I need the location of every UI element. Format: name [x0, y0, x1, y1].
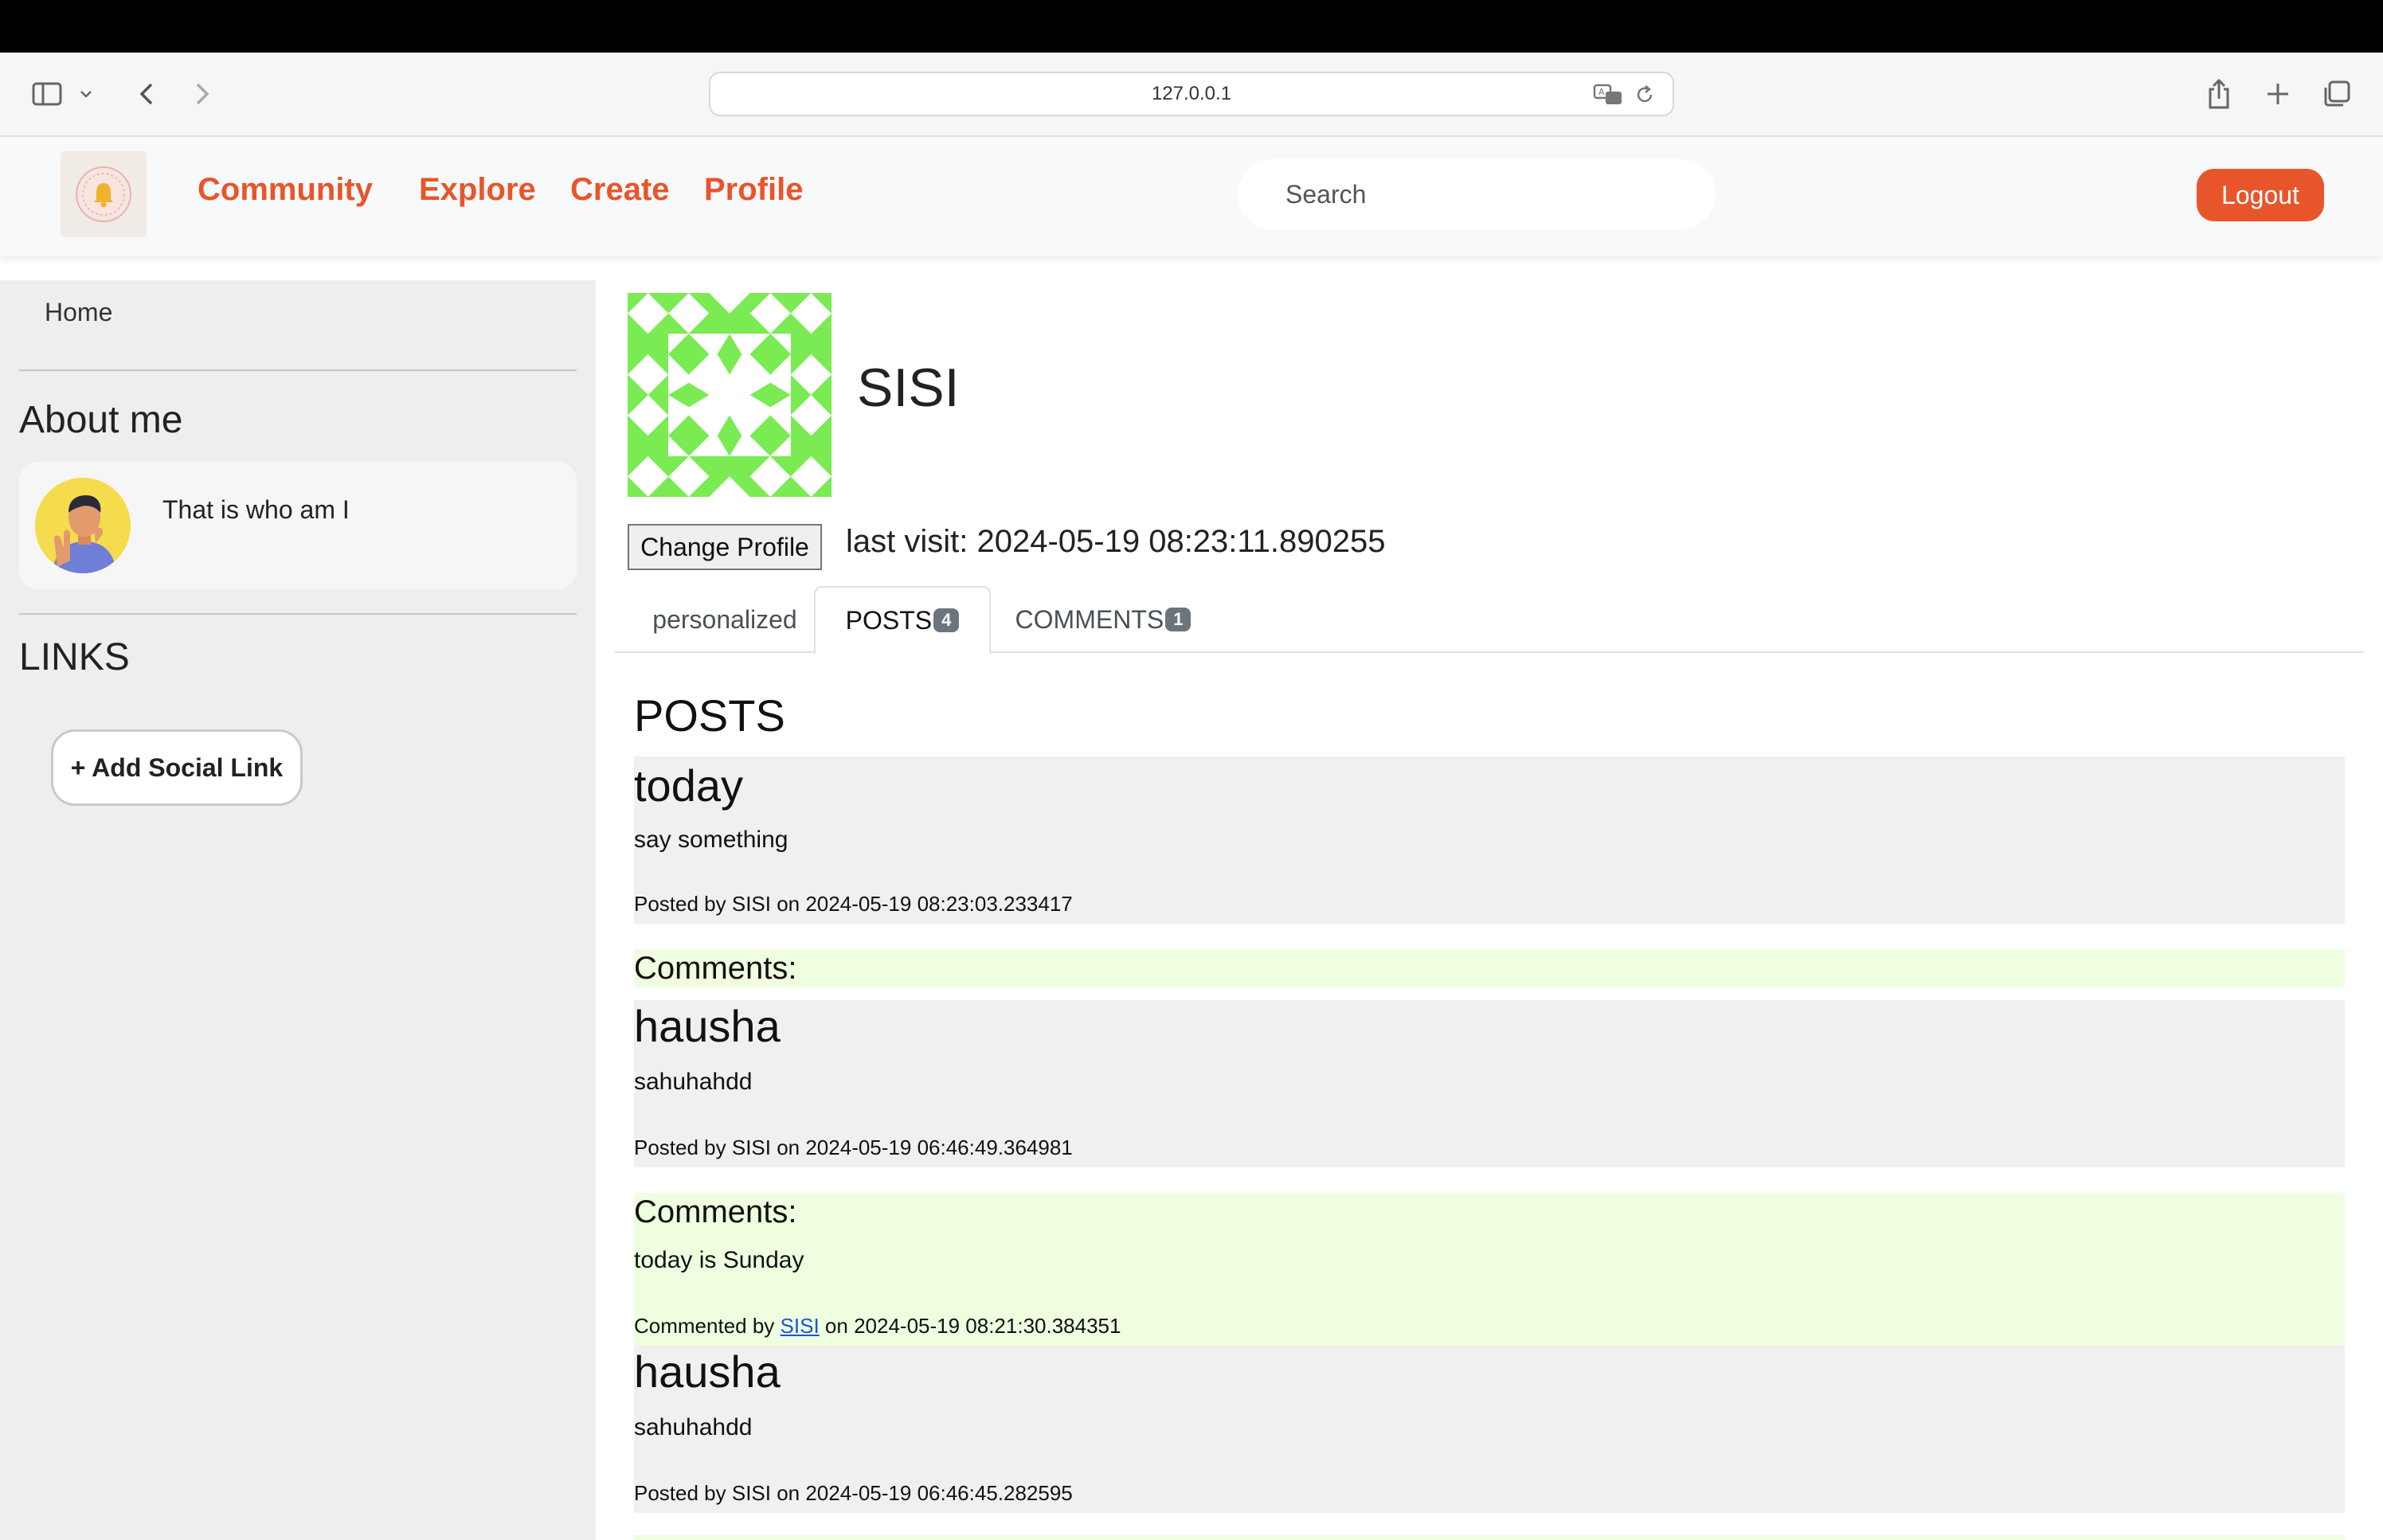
divider — [19, 613, 577, 615]
comment-body: today is Sunday — [634, 1247, 804, 1273]
post-body: sahuhahdd — [634, 1069, 753, 1095]
post-title[interactable]: hausha — [634, 1346, 781, 1397]
reload-icon[interactable] — [1634, 83, 1655, 112]
post-body: sahuhahdd — [634, 1414, 753, 1440]
last-visit-text: last visit: 2024-05-19 08:23:11.890255 — [846, 524, 1386, 559]
tab-label: COMMENTS — [1015, 604, 1164, 634]
post-title[interactable]: hausha — [634, 1000, 781, 1052]
tab-personalized[interactable]: personalized — [631, 586, 819, 653]
browser-toolbar: 127.0.0.1 A — [0, 53, 2383, 137]
translate-icon[interactable]: A — [1593, 83, 1623, 112]
url-text: 127.0.0.1 — [1151, 83, 1232, 104]
about-heading: About me — [19, 399, 183, 441]
add-social-link-button[interactable]: + Add Social Link — [51, 729, 303, 806]
post-meta: Posted by SISI on 2024-05-19 08:23:03.23… — [634, 892, 1073, 916]
new-tab-icon[interactable] — [2260, 76, 2295, 111]
comments-section: Comments: — [634, 949, 2345, 987]
tabs-overview-icon[interactable] — [2319, 76, 2354, 111]
screen-top-bar — [0, 0, 2383, 53]
post-card: hausha sahuhahdd Posted by SISI on 2024-… — [634, 1346, 2345, 1513]
post-card: hausha sahuhahdd Posted by SISI on 2024-… — [634, 1000, 2345, 1167]
post-meta: Posted by SISI on 2024-05-19 06:46:45.28… — [634, 1481, 1073, 1505]
nav-link-community[interactable]: Community — [198, 172, 373, 208]
comments-section: Comments: today is Sunday Commented by S… — [634, 1193, 2345, 1346]
site-logo[interactable] — [61, 151, 147, 237]
address-bar[interactable]: 127.0.0.1 A — [709, 72, 1674, 116]
comments-count-badge: 1 — [1165, 608, 1192, 631]
profile-tabs: personalized POSTS 4 COMMENTS 1 — [615, 586, 2364, 655]
tab-comments[interactable]: COMMENTS 1 — [999, 586, 1207, 653]
profile-username: SISI — [857, 358, 960, 418]
search-placeholder: Search — [1285, 179, 1367, 209]
back-icon[interactable] — [129, 76, 164, 111]
comment-author-link[interactable]: SISI — [781, 1314, 820, 1338]
links-heading: LINKS — [19, 636, 130, 678]
tab-label: POSTS — [845, 605, 933, 635]
post-meta: Posted by SISI on 2024-05-19 06:46:49.36… — [634, 1135, 1073, 1159]
share-icon[interactable] — [2201, 76, 2236, 111]
post-card: today say something Posted by SISI on 20… — [634, 756, 2345, 924]
post-body: say something — [634, 827, 788, 853]
post-title[interactable]: today — [634, 760, 743, 811]
comment-meta: Commented by SISI on 2024-05-19 08:21:30… — [634, 1314, 1121, 1339]
tab-label: personalized — [652, 604, 797, 634]
nav-link-explore[interactable]: Explore — [419, 172, 536, 208]
comment-meta-prefix: Commented by — [634, 1314, 775, 1338]
change-profile-button[interactable]: Change Profile — [628, 524, 822, 570]
sidebar-toggle-icon[interactable] — [30, 76, 65, 111]
sidebar-item-home[interactable]: Home — [45, 298, 112, 327]
about-card: That is who am I — [19, 462, 577, 589]
site-navbar: Community Explore Create Profile Search … — [0, 137, 2383, 256]
chevron-down-icon[interactable] — [76, 76, 96, 111]
tab-posts[interactable]: POSTS 4 — [814, 586, 991, 655]
avatar — [35, 478, 131, 573]
posts-count-badge: 4 — [933, 608, 960, 632]
posts-heading: POSTS — [634, 690, 785, 741]
comments-section — [634, 1535, 2345, 1540]
svg-text:A: A — [1598, 87, 1605, 97]
nav-link-profile[interactable]: Profile — [704, 172, 803, 208]
logout-button[interactable]: Logout — [2197, 169, 2324, 221]
divider — [19, 369, 577, 371]
sidebar: Home About me That is who am I LINKS + A… — [0, 280, 596, 1540]
comment-meta-suffix: on 2024-05-19 08:21:30.384351 — [824, 1314, 1121, 1338]
about-text: That is who am I — [162, 495, 350, 524]
comments-label: Comments: — [634, 951, 797, 986]
comments-label: Comments: — [634, 1194, 797, 1229]
forward-icon[interactable] — [185, 76, 220, 111]
search-input[interactable]: Search — [1238, 159, 1716, 229]
nav-link-create[interactable]: Create — [570, 172, 670, 208]
profile-identicon — [628, 293, 832, 497]
